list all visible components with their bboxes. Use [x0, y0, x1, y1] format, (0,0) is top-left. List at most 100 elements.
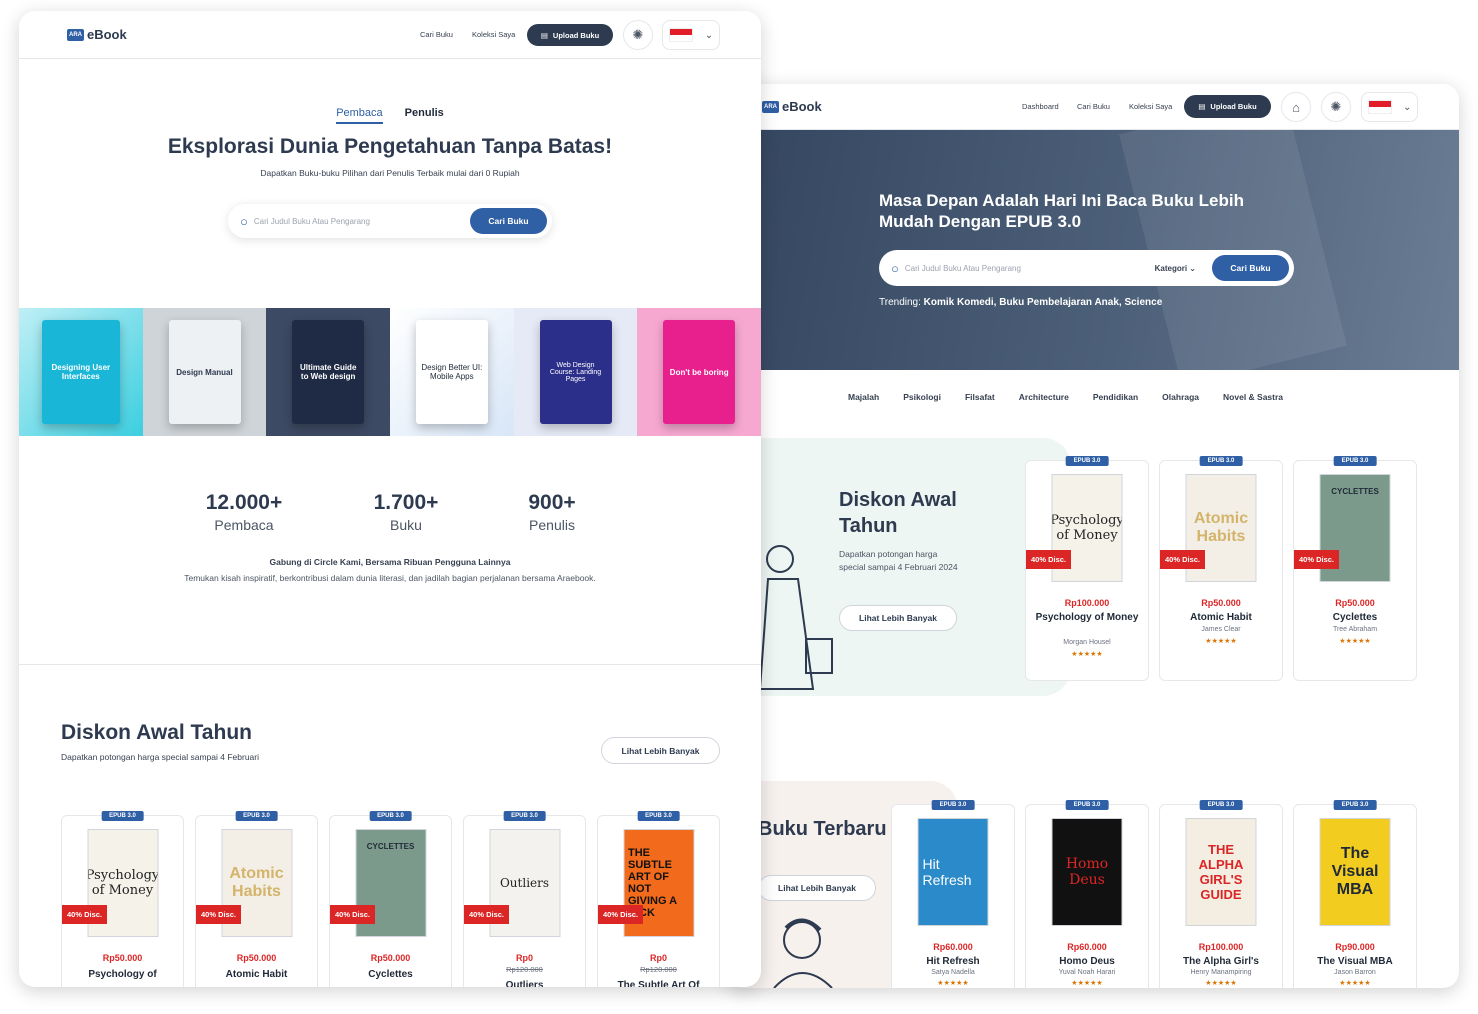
discount-badge: 40% Disc. — [1160, 550, 1206, 569]
new-books-more-button[interactable]: Lihat Lebih Banyak — [758, 875, 876, 901]
featured-book[interactable]: Design Better UI: Mobile Apps — [390, 308, 514, 436]
book-author: James Clear — [1201, 626, 1241, 633]
category-pendidikan[interactable]: Pendidikan — [1093, 392, 1138, 402]
book-card[interactable]: EPUB 3.0 Psychology of Money 40% Disc. R… — [1025, 456, 1149, 681]
book-title: The Visual MBA — [1317, 956, 1393, 967]
trending-links[interactable]: Komik Komedi, Buku Pembelajaran Anak, Sc… — [924, 297, 1163, 308]
search-button[interactable]: Cari Buku — [470, 208, 547, 234]
nav-cari-buku[interactable]: Cari Buku — [1077, 102, 1110, 111]
stat-label: Buku — [390, 517, 422, 533]
book-cover: THE ALPHA GIRL'S GUIDE — [1185, 818, 1257, 926]
epub-badge: EPUB 3.0 — [1199, 800, 1243, 810]
book-title: Atomic Habit — [225, 969, 288, 980]
nav-koleksi-saya[interactable]: Koleksi Saya — [472, 30, 515, 39]
epub-badge: EPUB 3.0 — [1065, 456, 1109, 466]
category-label: Kategori — [1154, 263, 1188, 273]
strip-book-cover: Designing User Interfaces — [41, 320, 120, 424]
category-dropdown[interactable]: Kategori ⌄ — [1155, 264, 1196, 273]
cover-title: Homo Deus — [1065, 856, 1109, 888]
book-title: The Alpha Girl's — [1183, 956, 1259, 967]
nav-cari-buku[interactable]: Cari Buku — [420, 30, 453, 39]
book-price: Rp50.000 — [236, 953, 277, 963]
featured-book[interactable]: Designing User Interfaces — [19, 308, 143, 436]
cover-title: Psychology of Money — [87, 868, 158, 898]
cart-button[interactable]: ⌂ — [1281, 92, 1311, 122]
book-price: Rp0 — [515, 953, 533, 963]
featured-book[interactable]: Design Manual — [142, 308, 267, 436]
book-title: Psychology of Money — [1035, 612, 1139, 623]
book-card[interactable]: EPUB 3.0 The Visual MBA Rp90.000 The Vis… — [1293, 800, 1417, 988]
book-card[interactable]: EPUB 3.0 Psychology of Money 40% Disc. R… — [61, 811, 184, 987]
stat-number: 900+ — [528, 491, 576, 514]
book-title: Homo Deus — [1059, 956, 1115, 967]
book-card[interactable]: EPUB 3.0 THE ALPHA GIRL'S GUIDE Rp100.00… — [1159, 800, 1283, 988]
cover-title: The Visual MBA — [1331, 845, 1379, 898]
strip-book-cover: Ultimate Guide to Web design — [292, 320, 365, 424]
category-olahraga[interactable]: Olahraga — [1162, 392, 1199, 402]
book-title: The Subtle Art Of — [617, 980, 700, 987]
cover-title: CYCLETTES — [1331, 487, 1379, 496]
book-author: Morgan Housel — [1063, 639, 1111, 646]
category-novel-sastra[interactable]: Novel & Sastra — [1223, 392, 1283, 402]
featured-books-strip: Designing User Interfaces Design Manual … — [19, 308, 761, 436]
brand-logo[interactable]: ARA eBook — [762, 99, 822, 114]
book-price: Rp60.000 — [1067, 942, 1107, 952]
flag-indonesia-icon — [668, 28, 693, 42]
book-card[interactable]: EPUB 3.0 CYCLETTES 40% Disc. Rp50.000 Cy… — [1293, 456, 1417, 681]
search-input[interactable]: Cari Judul Buku Atau Pengarang — [254, 217, 470, 226]
book-card[interactable]: EPUB 3.0 Hit Refresh Rp60.000 Hit Refres… — [891, 800, 1015, 988]
cover-title: Atomic Habits — [1193, 510, 1249, 545]
rating-stars: ★★★★★ — [1205, 980, 1237, 987]
cover-title: Psychology of Money — [1051, 513, 1123, 543]
search-input[interactable]: Cari Judul Buku Atau Pengarang — [905, 264, 1155, 273]
category-filsafat[interactable]: Filsafat — [965, 392, 995, 402]
new-books-title: Buku Terbaru — [758, 818, 887, 840]
discount-badge: 40% Disc. — [62, 905, 108, 924]
book-title: Hit Refresh — [926, 956, 980, 967]
logo-mark: ARA — [67, 28, 84, 41]
category-majalah[interactable]: Majalah — [848, 392, 879, 402]
promo-more-button[interactable]: Lihat Lebih Banyak — [839, 605, 957, 631]
nav-koleksi-saya[interactable]: Koleksi Saya — [1129, 102, 1172, 111]
book-card[interactable]: EPUB 3.0 THE SUBTLE ART OF NOT GIVING A … — [597, 811, 720, 987]
brand-logo[interactable]: ARA eBook — [67, 27, 127, 42]
tab-penulis[interactable]: Penulis — [405, 107, 444, 124]
cover-title: THE ALPHA GIRL'S GUIDE — [1198, 842, 1244, 902]
theme-button[interactable]: ✺ — [623, 20, 653, 50]
browser-window-landing: ARA eBook Cari Buku Koleksi Saya ▤ Uploa… — [19, 11, 761, 987]
featured-book[interactable]: Web Design Course: Landing Pages — [513, 308, 638, 436]
book-author: Tree Abraham — [1332, 626, 1378, 633]
discount-badge: 40% Disc. — [330, 905, 376, 924]
chevron-down-icon: ⌄ — [1189, 263, 1196, 273]
cover-title: Atomic Habits — [229, 865, 284, 900]
stat-writers: 900+ Penulis — [492, 491, 612, 533]
book-card[interactable]: EPUB 3.0 CYCLETTES 40% Disc. Rp50.000 Cy… — [329, 811, 452, 987]
search-button[interactable]: Cari Buku — [1212, 255, 1289, 281]
language-select[interactable]: ⌄ — [662, 20, 720, 50]
featured-book[interactable]: Don't be boring — [637, 308, 761, 436]
book-card[interactable]: EPUB 3.0 Homo Deus Rp60.000 Homo Deus Yu… — [1025, 800, 1149, 988]
cover-title: Hit Refresh — [922, 856, 972, 888]
cover-title: CYCLETTES — [366, 842, 415, 851]
upload-book-button[interactable]: ▤ Upload Buku — [527, 24, 613, 46]
epub-badge: EPUB 3.0 — [1199, 456, 1243, 466]
book-card[interactable]: EPUB 3.0 Atomic Habits 40% Disc. Rp50.00… — [1159, 456, 1283, 681]
book-card[interactable]: EPUB 3.0 Atomic Habits 40% Disc. Rp50.00… — [195, 811, 318, 987]
category-architecture[interactable]: Architecture — [1019, 392, 1069, 402]
tab-pembaca[interactable]: Pembaca — [336, 107, 383, 124]
discount-more-button[interactable]: Lihat Lebih Banyak — [601, 737, 720, 764]
language-select[interactable]: ⌄ — [1361, 92, 1418, 122]
book-title: Cyclettes — [1332, 612, 1378, 623]
epub-badge: EPUB 3.0 — [369, 811, 412, 821]
upload-book-button[interactable]: ▤ Upload Buku — [1184, 95, 1271, 118]
palette-icon: ✺ — [632, 27, 644, 42]
featured-book[interactable]: Ultimate Guide to Web design — [266, 308, 391, 436]
theme-button[interactable]: ✺ — [1321, 92, 1351, 122]
book-card[interactable]: EPUB 3.0 Outliers 40% Disc. Rp0 Rp120.00… — [463, 811, 586, 987]
hero-title: Masa Depan Adalah Hari Ini Baca Buku Leb… — [879, 191, 1244, 231]
role-tabs: Pembaca Penulis — [19, 107, 761, 124]
nav-dashboard[interactable]: Dashboard — [1022, 102, 1059, 111]
strip-book-cover: Design Better UI: Mobile Apps — [415, 320, 488, 424]
search-bar: ○ Cari Judul Buku Atau Pengarang Kategor… — [879, 250, 1294, 286]
category-psikologi[interactable]: Psikologi — [903, 392, 941, 402]
